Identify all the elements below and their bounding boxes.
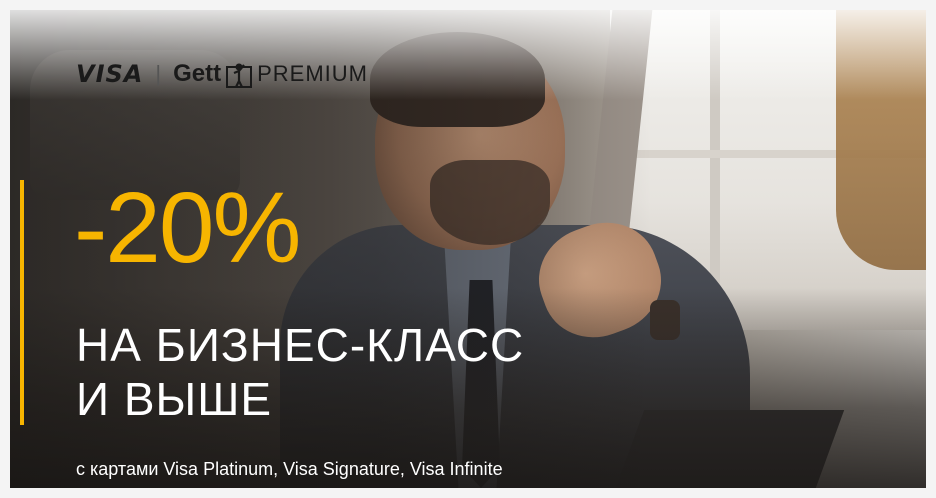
gett-logo: Gett [173, 60, 222, 87]
gett-person-icon [226, 63, 253, 88]
card-conditions: с картами Visa Platinum, Visa Signature,… [76, 459, 503, 479]
headline: НА БИЗНЕС-КЛАСС И ВЫШЕ [76, 318, 524, 426]
discount-value: -20% [74, 172, 301, 284]
visa-logo: VISA [76, 60, 144, 88]
accent-bar [20, 180, 24, 425]
headline-line-1: НА БИЗНЕС-КЛАСС [76, 319, 525, 371]
headline-line-2: И ВЫШЕ [76, 373, 273, 425]
logo-separator: | [155, 61, 162, 86]
premium-label: PREMIUM [257, 61, 368, 86]
brand-logo: VISA | Gett PREMIUM [76, 57, 368, 91]
promo-banner[interactable]: VISA | Gett PREMIUM -20% НА БИЗНЕС-КЛАСС… [10, 10, 926, 488]
